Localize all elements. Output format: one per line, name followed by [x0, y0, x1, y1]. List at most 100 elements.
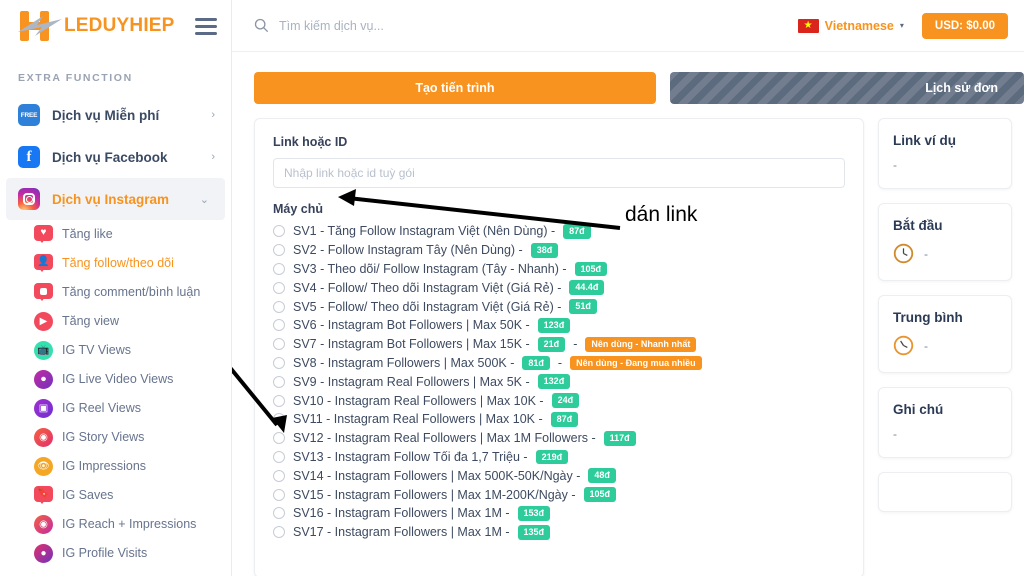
radio-button[interactable] — [273, 432, 285, 445]
chevron-right-icon: › — [211, 151, 215, 163]
link-field-label: Link hoặc ID — [273, 135, 348, 149]
sidebar-item-ig-live-video-views[interactable]: ⏺ IG Live Video Views — [34, 365, 231, 394]
server-option-row[interactable]: SV12 - Instagram Real Followers | Max 1M… — [273, 429, 845, 448]
recommendation-badge: Nên dùng - Đang mua nhiều — [570, 355, 702, 371]
order-form-card: Link hoặc ID Máy chủ SV1 - Tăng Follow I… — [254, 118, 864, 576]
sidebar-item-igtv-views[interactable]: 📺 IG TV Views — [34, 336, 231, 365]
radio-button[interactable] — [273, 394, 285, 407]
reel-icon: ▣ — [34, 399, 53, 418]
panes: Link hoặc ID Máy chủ SV1 - Tăng Follow I… — [254, 118, 1024, 576]
sidebar-item-label: Tăng like — [62, 227, 113, 241]
radio-button[interactable] — [273, 450, 285, 463]
server-option-row[interactable]: SV3 - Theo dõi/ Follow Instagram (Tây - … — [273, 260, 845, 279]
info-card-value: - — [924, 246, 928, 261]
server-option-row[interactable]: SV7 - Instagram Bot Followers | Max 15K … — [273, 335, 845, 354]
sidebar-item-ig-reach-impressions[interactable]: ◉ IG Reach + Impressions — [34, 510, 231, 539]
clock-icon — [893, 243, 914, 264]
tab-order-history[interactable]: Lịch sử đơn — [669, 72, 1024, 104]
search-input[interactable] — [279, 18, 579, 33]
radio-button[interactable] — [273, 526, 285, 539]
balance-button[interactable]: USD: $0.00 — [921, 12, 1008, 39]
top-bar: ★ Vietnamese ▾ USD: $0.00 — [232, 0, 1024, 52]
sidebar: LEDUYHIEP EXTRA FUNCTION FREE Dịch vụ Mi… — [0, 0, 232, 576]
price-badge: 132đ — [537, 374, 571, 390]
sidebar-item-ig-story-views[interactable]: ◉ IG Story Views — [34, 423, 231, 452]
sidebar-item-ig-reel-views[interactable]: ▣ IG Reel Views — [34, 394, 231, 423]
info-card-value: - — [893, 427, 897, 441]
radio-button[interactable] — [273, 300, 285, 313]
logo-icon — [18, 9, 62, 43]
sidebar-item-free-services[interactable]: FREE Dịch vụ Miễn phí › — [0, 94, 231, 136]
sidebar-item-instagram-services[interactable]: Dịch vụ Instagram ⌄ — [6, 178, 225, 220]
tab-create-order[interactable]: Tạo tiến trình — [254, 72, 656, 104]
info-rail: Link ví dụ - Bắt đầu - Trung bình - Ghi … — [878, 118, 1012, 576]
server-option-label: SV14 - Instagram Followers | Max 500K-50… — [293, 468, 581, 483]
recommendation-badge: Nên dùng - Nhanh nhất — [585, 336, 697, 352]
server-option-row[interactable]: SV2 - Follow Instagram Tây (Nên Dùng) - 3… — [273, 241, 845, 260]
info-card-title: Bắt đầu — [893, 218, 943, 233]
sidebar-item-tang-like[interactable]: ♥ Tăng like — [34, 220, 231, 249]
lightning-bolt-icon — [18, 16, 62, 36]
clock-icon — [893, 335, 914, 356]
story-icon: ◉ — [34, 428, 53, 447]
radio-button[interactable] — [273, 413, 285, 426]
sidebar-item-label: IG Reel Views — [62, 401, 141, 415]
search-icon — [254, 18, 269, 33]
brand-name: LEDUYHIEP — [64, 15, 175, 36]
radio-button[interactable] — [273, 507, 285, 520]
sidebar-item-label: Dịch vụ Facebook — [52, 149, 168, 165]
price-badge: 44.4đ — [569, 280, 605, 296]
sidebar-submenu-instagram: ♥ Tăng like 👤 Tăng follow/theo dõi Tăng … — [0, 220, 231, 568]
radio-button[interactable] — [273, 225, 285, 238]
server-option-list: SV1 - Tăng Follow Instagram Việt (Nên Dù… — [273, 222, 845, 542]
heart-icon: ♥ — [34, 225, 53, 244]
sidebar-item-tang-follow[interactable]: 👤 Tăng follow/theo dõi — [34, 249, 231, 278]
radio-button[interactable] — [273, 469, 285, 482]
comment-icon — [34, 283, 53, 302]
sidebar-item-tang-view[interactable]: ▶ Tăng view — [34, 307, 231, 336]
radio-button[interactable] — [273, 488, 285, 501]
radio-button[interactable] — [273, 244, 285, 257]
server-option-row[interactable]: SV1 - Tăng Follow Instagram Việt (Nên Dù… — [273, 222, 845, 241]
server-option-row[interactable]: SV4 - Follow/ Theo dõi Instagram Việt (G… — [273, 278, 845, 297]
sidebar-item-label: IG TV Views — [62, 343, 132, 357]
radio-button[interactable] — [273, 281, 285, 294]
radio-button[interactable] — [273, 262, 285, 275]
link-input[interactable] — [273, 158, 845, 188]
server-option-row[interactable]: SV16 - Instagram Followers | Max 1M - 153… — [273, 504, 845, 523]
radio-button[interactable] — [273, 356, 285, 369]
server-option-label: SV13 - Instagram Follow Tối đa 1,7 Triệu… — [293, 449, 528, 464]
sidebar-item-ig-profile-visits[interactable]: ● IG Profile Visits — [34, 539, 231, 568]
server-option-row[interactable]: SV9 - Instagram Real Followers | Max 5K … — [273, 372, 845, 391]
sidebar-item-label: Tăng follow/theo dõi — [62, 256, 174, 270]
server-option-row[interactable]: SV11 - Instagram Real Followers | Max 10… — [273, 410, 845, 429]
content-area: Tạo tiến trình Lịch sử đơn Link hoặc ID … — [232, 52, 1024, 576]
igtv-icon: 📺 — [34, 341, 53, 360]
radio-button[interactable] — [273, 338, 285, 351]
vietnam-flag-icon: ★ — [797, 18, 819, 33]
server-option-row[interactable]: SV13 - Instagram Follow Tối đa 1,7 Triệu… — [273, 448, 845, 467]
sidebar-item-tang-comment[interactable]: Tăng comment/bình luận — [34, 278, 231, 307]
server-option-row[interactable]: SV17 - Instagram Followers | Max 1M - 135… — [273, 523, 845, 542]
live-video-icon: ⏺ — [34, 370, 53, 389]
radio-button[interactable] — [273, 375, 285, 388]
sidebar-item-facebook-services[interactable]: f Dịch vụ Facebook › — [0, 136, 231, 178]
app-root: LEDUYHIEP EXTRA FUNCTION FREE Dịch vụ Mi… — [0, 0, 1024, 576]
server-option-row[interactable]: SV6 - Instagram Bot Followers | Max 50K … — [273, 316, 845, 335]
sidebar-item-ig-saves[interactable]: 🔖 IG Saves — [34, 481, 231, 510]
radio-button[interactable] — [273, 319, 285, 332]
info-card-row: - — [893, 427, 999, 441]
server-option-row[interactable]: SV10 - Instagram Real Followers | Max 10… — [273, 391, 845, 410]
server-option-row[interactable]: SV14 - Instagram Followers | Max 500K-50… — [273, 466, 845, 485]
hamburger-icon[interactable] — [195, 14, 217, 39]
server-option-row[interactable]: SV8 - Instagram Followers | Max 500K - 81… — [273, 354, 845, 373]
price-badge: 81đ — [522, 355, 550, 371]
server-option-row[interactable]: SV15 - Instagram Followers | Max 1M-200K… — [273, 485, 845, 504]
server-option-row[interactable]: SV5 - Follow/ Theo dõi Instagram Việt (G… — [273, 297, 845, 316]
price-badge: 51đ — [569, 299, 597, 314]
sidebar-item-ig-impressions[interactable]: 👁 IG Impressions — [34, 452, 231, 481]
info-card-row: - — [893, 335, 999, 356]
language-selector[interactable]: ★ Vietnamese ▾ — [797, 18, 904, 33]
server-option-label: SV6 - Instagram Bot Followers | Max 50K … — [293, 318, 530, 333]
server-option-label: SV12 - Instagram Real Followers | Max 1M… — [293, 431, 596, 446]
